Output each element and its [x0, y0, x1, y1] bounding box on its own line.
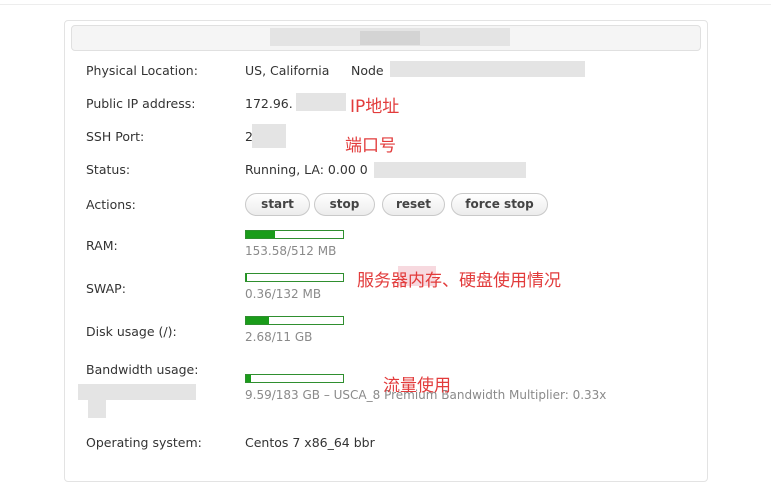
- operating-system-value: Centos 7 x86_64 bbr: [245, 435, 375, 450]
- redacted-ssh-port: [252, 124, 286, 148]
- stop-button[interactable]: stop: [314, 193, 375, 216]
- redacted-bandwidth-date-2: [88, 400, 106, 418]
- ram-label: RAM:: [86, 238, 118, 253]
- bandwidth-usage-bar: [245, 374, 344, 383]
- redacted-header-title-block: [360, 31, 420, 45]
- bandwidth-usage-label: Bandwidth usage:: [86, 362, 198, 377]
- ssh-port-value: 2: [245, 129, 253, 144]
- annotation-memory-disk: 服务器内存、硬盘使用情况: [357, 266, 561, 291]
- disk-usage-label: Disk usage (/):: [86, 324, 177, 339]
- server-info-panel: [64, 20, 708, 482]
- physical-location-label: Physical Location:: [86, 63, 198, 78]
- redacted-bandwidth-date: [78, 384, 196, 400]
- bandwidth-usage-fill: [246, 375, 251, 382]
- ram-usage-fill: [246, 231, 275, 238]
- start-button[interactable]: start: [245, 193, 310, 216]
- swap-usage-text: 0.36/132 MB: [245, 287, 321, 301]
- swap-usage-bar: [245, 273, 344, 282]
- redacted-status-detail: [374, 162, 526, 178]
- node-label: Node: [351, 63, 384, 78]
- public-ip-label: Public IP address:: [86, 96, 196, 111]
- ram-usage-bar: [245, 230, 344, 239]
- status-value: Running, LA: 0.00 0: [245, 162, 368, 177]
- disk-usage-text: 2.68/11 GB: [245, 330, 312, 344]
- redacted-node-name: [390, 61, 585, 77]
- actions-label: Actions:: [86, 197, 136, 212]
- ram-usage-text: 153.58/512 MB: [245, 244, 336, 258]
- swap-label: SWAP:: [86, 281, 126, 296]
- disk-usage-bar: [245, 316, 344, 325]
- operating-system-label: Operating system:: [86, 435, 202, 450]
- annotation-traffic: 流量使用: [383, 371, 451, 396]
- redacted-ip-address: [296, 93, 346, 111]
- annotation-port: 端口号: [345, 131, 396, 156]
- status-label: Status:: [86, 162, 130, 177]
- top-divider: [0, 0, 771, 5]
- public-ip-value: 172.96.: [245, 96, 293, 111]
- physical-location-value: US, California: [245, 63, 329, 78]
- reset-button[interactable]: reset: [382, 193, 445, 216]
- disk-usage-fill: [246, 317, 269, 324]
- force-stop-button[interactable]: force stop: [451, 193, 548, 216]
- annotation-ip: IP地址: [350, 92, 399, 117]
- ssh-port-label: SSH Port:: [86, 129, 144, 144]
